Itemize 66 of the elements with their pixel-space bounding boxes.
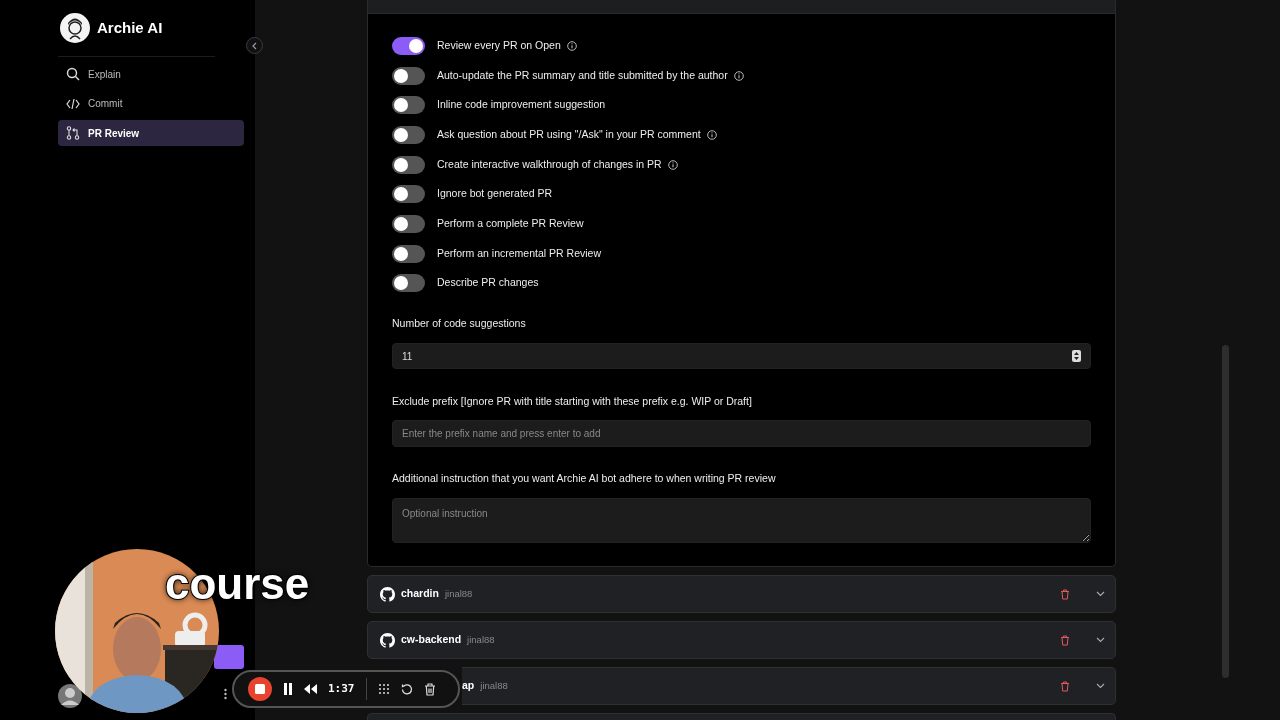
repo-name: ap xyxy=(462,678,475,694)
toggle-label: Auto-update the PR summary and title submitted by the author xyxy=(437,67,728,83)
field-label: Number of code suggestions xyxy=(392,316,527,332)
toggle-switch[interactable] xyxy=(392,125,425,144)
repo-owner: jinal88 xyxy=(444,587,473,602)
sidebar-item[interactable]: PR Review xyxy=(58,120,244,147)
repo-name: chardin xyxy=(401,586,439,602)
github-icon xyxy=(380,586,395,602)
repo-row[interactable]: chardin jinal88 xyxy=(367,575,1116,614)
toggle-switch[interactable] xyxy=(392,274,425,293)
toggle-switch[interactable] xyxy=(392,244,425,263)
trash-icon[interactable] xyxy=(1060,588,1070,600)
sidebar-item[interactable]: Explain xyxy=(58,61,244,87)
repo-owner: jinal88 xyxy=(467,633,495,648)
toggle-switch[interactable] xyxy=(392,96,425,115)
sidebar-item[interactable]: Commit xyxy=(58,90,244,117)
toggle-label: Perform a complete PR Review xyxy=(437,216,584,232)
chevron-down-icon[interactable] xyxy=(1096,591,1105,598)
pause-button[interactable] xyxy=(283,683,293,695)
info-icon[interactable] xyxy=(566,40,577,51)
toggle-label: Ignore bot generated PR xyxy=(437,186,552,202)
toggle-label: Review every PR on Open xyxy=(437,37,561,53)
stop-button[interactable] xyxy=(248,677,272,701)
chevron-down-icon[interactable] xyxy=(1096,683,1105,690)
branch-icon xyxy=(66,126,80,141)
repo-owner: jinal88 xyxy=(480,679,508,694)
undo-button[interactable] xyxy=(400,683,413,695)
grid-button[interactable] xyxy=(377,683,390,695)
avatar-icon[interactable] xyxy=(58,683,82,708)
toggle-label: Ask question about PR using "/Ask" in your PR comment xyxy=(437,127,701,143)
number-field[interactable]: 11 xyxy=(392,343,1091,370)
info-icon[interactable] xyxy=(733,70,744,81)
spinner-icon[interactable] xyxy=(1072,350,1081,363)
toggle-switch[interactable] xyxy=(392,36,425,55)
github-icon xyxy=(380,632,395,648)
scrollbar[interactable] xyxy=(1222,345,1229,678)
trash-button[interactable] xyxy=(423,682,436,696)
recording-time: 1:37 xyxy=(328,680,355,697)
repo-name: cw-backend xyxy=(401,632,462,648)
toggle-switch[interactable] xyxy=(392,185,425,204)
more-icon[interactable] xyxy=(224,688,227,700)
repo-row[interactable]: ap jinal88 xyxy=(462,667,1116,706)
field-label: Exclude prefix [Ignore PR with title starting with these prefix e.g. WIP or Draft] xyxy=(392,394,753,410)
trash-icon[interactable] xyxy=(1060,634,1070,646)
toggle-switch[interactable] xyxy=(392,66,425,85)
toggle-switch[interactable] xyxy=(392,214,425,233)
instruction-textarea[interactable]: Optional instruction xyxy=(392,498,1091,544)
trash-icon[interactable] xyxy=(1060,680,1070,692)
search-icon xyxy=(66,67,80,81)
chevron-left-icon xyxy=(251,41,258,50)
code-icon xyxy=(66,96,80,111)
prefix-input[interactable]: Enter the prefix name and press enter to add xyxy=(392,420,1091,448)
logo-icon xyxy=(60,13,90,43)
toggle-label: Create interactive walkthrough of changes in PR xyxy=(437,156,662,172)
chevron-down-icon[interactable] xyxy=(1096,637,1105,644)
sidebar-button[interactable] xyxy=(214,645,244,669)
toggle-label: Inline code improvement suggestion xyxy=(437,97,606,113)
rewind-button[interactable] xyxy=(304,684,317,694)
toggle-label: Perform an incremental PR Review xyxy=(437,245,601,261)
field-label: Additional instruction that you want Archie AI bot adhere to when writing PR review xyxy=(392,471,777,487)
repo-row[interactable]: cw-backend jinal88 xyxy=(367,621,1116,660)
toggle-label: Describe PR changes xyxy=(437,275,539,291)
info-icon[interactable] xyxy=(706,129,717,140)
info-icon[interactable] xyxy=(667,159,678,170)
brand-name: Archie AI xyxy=(97,17,163,38)
toggle-switch[interactable] xyxy=(392,155,425,174)
